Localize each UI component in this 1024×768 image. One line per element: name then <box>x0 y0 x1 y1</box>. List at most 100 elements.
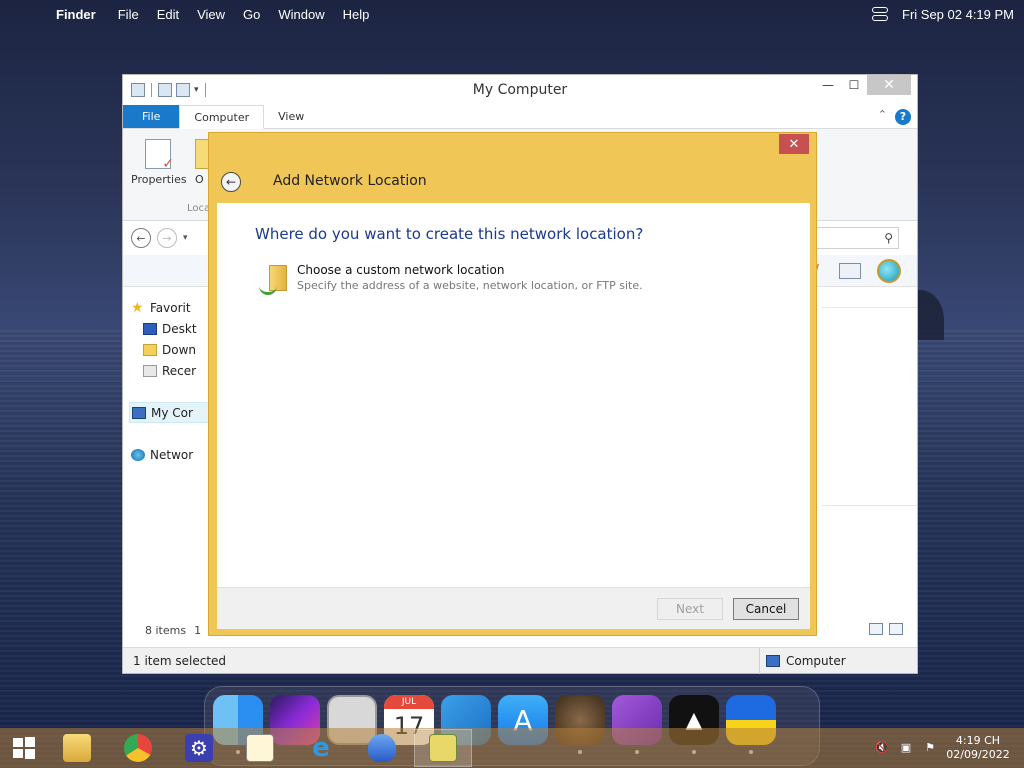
custom-network-location-option[interactable]: Choose a custom network location Specify… <box>259 263 643 297</box>
volume-muted-icon[interactable]: 🔇 <box>874 741 890 755</box>
new-folder-qat-icon[interactable] <box>176 83 190 97</box>
open-icon <box>195 139 209 169</box>
properties-qat-icon[interactable] <box>158 83 172 97</box>
computer-icon <box>766 655 780 667</box>
explorer-titlebar[interactable]: ▾ My Computer — ☐ ✕ <box>123 75 917 105</box>
tab-computer[interactable]: Computer <box>179 105 265 129</box>
option-description: Specify the address of a website, networ… <box>297 279 643 292</box>
nav-label: Networ <box>150 447 194 462</box>
network-wizard-icon <box>429 734 457 762</box>
qat-separator <box>151 83 152 97</box>
maximize-button[interactable]: ☐ <box>841 75 867 95</box>
network-icon[interactable]: ▣ <box>898 741 914 755</box>
close-button[interactable]: ✕ <box>867 75 911 95</box>
computer-icon <box>132 406 146 419</box>
open-button[interactable]: O <box>195 139 209 186</box>
taskbar-chrome[interactable] <box>109 729 167 767</box>
recent-places-icon <box>143 364 157 377</box>
nav-item-downloads[interactable]: Down <box>131 339 211 360</box>
star-icon: ★ <box>131 299 144 316</box>
taskbar-script[interactable] <box>231 729 289 767</box>
menu-help[interactable]: Help <box>343 7 370 22</box>
dialog-close-button[interactable]: ✕ <box>779 134 809 154</box>
next-button[interactable]: Next <box>657 598 723 620</box>
menu-edit[interactable]: Edit <box>157 7 179 22</box>
dialog-footer: Next Cancel <box>217 587 810 629</box>
nav-label: Deskt <box>162 321 197 336</box>
cancel-button[interactable]: Cancel <box>733 598 799 620</box>
nav-item-desktop[interactable]: Deskt <box>131 318 211 339</box>
script-icon <box>246 734 274 762</box>
gear-icon: ⚙ <box>185 734 213 762</box>
windows-logo-icon <box>13 737 35 759</box>
menu-view[interactable]: View <box>197 7 225 22</box>
nav-label: Favorit <box>150 300 191 315</box>
start-button[interactable] <box>0 728 48 768</box>
details-view-icon[interactable] <box>869 623 883 635</box>
back-button[interactable]: ← <box>131 228 151 248</box>
menu-go[interactable]: Go <box>243 7 260 22</box>
nav-item-recent[interactable]: Recer <box>131 360 211 381</box>
properties-button[interactable]: Properties <box>131 139 187 186</box>
network-location-icon[interactable] <box>877 259 901 283</box>
dialog-title: Add Network Location <box>273 173 427 189</box>
menu-window[interactable]: Window <box>278 7 324 22</box>
ribbon-group-label: Loca <box>187 203 211 214</box>
ribbon-tabs: File Computer View ⌃ ? <box>123 105 917 129</box>
recent-locations-dropdown-icon[interactable]: ▾ <box>183 233 188 243</box>
items-count: 8 items <box>145 623 187 637</box>
network-folder-icon <box>259 263 289 297</box>
menu-app-finder[interactable]: Finder <box>56 7 96 22</box>
status-location: Computer <box>786 654 846 668</box>
properties-icon <box>145 139 174 172</box>
nav-item-favorites[interactable]: ★ Favorit <box>131 297 211 318</box>
clock-time: 4:19 CH <box>955 734 1001 747</box>
windows-taskbar: ⚙ e 🔇 ▣ ⚑ 4:19 CH 02/09/2022 <box>0 728 1024 768</box>
minimize-button[interactable]: — <box>815 75 841 95</box>
flame-icon <box>368 734 396 762</box>
items-count-partial: 1 <box>194 623 202 637</box>
internet-explorer-icon: e <box>312 733 330 763</box>
forward-button[interactable]: → <box>157 228 177 248</box>
dialog-back-button[interactable]: ← <box>221 172 241 192</box>
dialog-body: Where do you want to create this network… <box>217 203 810 629</box>
status-bar: 1 item selected Computer <box>123 647 917 674</box>
taskbar-settings[interactable]: ⚙ <box>170 729 228 767</box>
taskbar-file-explorer[interactable] <box>48 729 106 767</box>
tab-file[interactable]: File <box>123 105 180 128</box>
control-center-icon[interactable] <box>872 7 888 21</box>
status-selection: 1 item selected <box>133 653 227 668</box>
nav-label: My Cor <box>151 405 193 420</box>
content-divider <box>822 307 917 308</box>
taskbar-internet-explorer[interactable]: e <box>292 729 350 767</box>
open-label: O <box>195 173 204 186</box>
clock-date: 02/09/2022 <box>946 748 1010 761</box>
desktop-icon <box>143 322 157 335</box>
menubar-clock[interactable]: Fri Sep 02 4:19 PM <box>902 7 1014 22</box>
explorer-title: My Computer <box>472 82 568 98</box>
add-network-location-dialog: ✕ ← Add Network Location Where do you wa… <box>208 132 817 636</box>
folder-icon <box>63 734 91 762</box>
taskbar-app-flame[interactable] <box>353 729 411 767</box>
search-box[interactable]: ⚲ <box>813 227 899 249</box>
nav-item-my-computer[interactable]: My Cor <box>129 402 209 423</box>
nav-label: Down <box>162 342 197 357</box>
properties-label: Properties <box>131 173 187 186</box>
large-icons-view-icon[interactable] <box>889 623 903 635</box>
help-icon[interactable]: ? <box>895 109 911 125</box>
search-icon: ⚲ <box>884 231 893 245</box>
tab-view[interactable]: View <box>264 105 318 128</box>
network-drive-icon[interactable] <box>839 263 861 279</box>
nav-item-network[interactable]: Networ <box>131 444 211 465</box>
network-icon <box>131 448 145 461</box>
taskbar-clock[interactable]: 4:19 CH 02/09/2022 <box>946 734 1010 762</box>
collapse-ribbon-icon[interactable]: ⌃ <box>878 108 887 121</box>
system-tray: 🔇 ▣ ⚑ 4:19 CH 02/09/2022 <box>874 728 1024 768</box>
option-title: Choose a custom network location <box>297 263 505 277</box>
taskbar-network-wizard[interactable] <box>414 729 472 767</box>
menu-file[interactable]: File <box>118 7 139 22</box>
content-divider <box>822 505 917 506</box>
quick-access-toolbar: ▾ <box>123 83 208 97</box>
action-center-flag-icon[interactable]: ⚑ <box>922 741 938 755</box>
qat-dropdown-icon[interactable]: ▾ <box>194 85 199 95</box>
